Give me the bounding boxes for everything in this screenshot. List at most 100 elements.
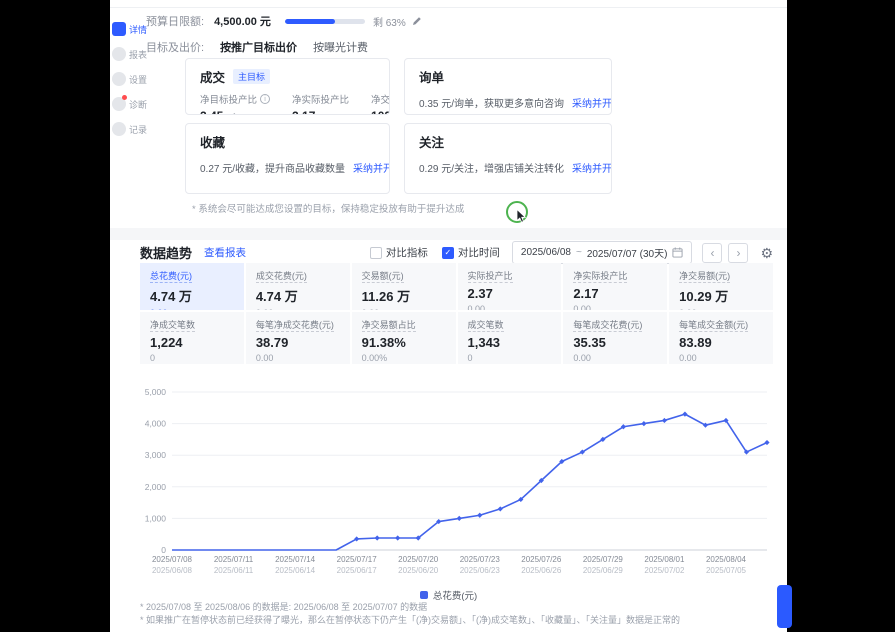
floating-action-button[interactable] <box>777 585 792 628</box>
metric-compare-value: 0.00 <box>256 353 340 363</box>
svg-text:0: 0 <box>161 545 166 555</box>
metric-card-r2-c6[interactable]: 每笔成交金额(元)83.890.00 <box>669 312 773 364</box>
compare-metric-checkbox[interactable]: 对比指标 <box>370 245 428 260</box>
metric-value: 11.26 万 <box>362 286 446 305</box>
anchor-nav-item-5[interactable]: 记录 <box>112 122 148 136</box>
svg-text:2025/06/08: 2025/06/08 <box>152 566 193 575</box>
svg-text:2025/06/14: 2025/06/14 <box>275 566 316 575</box>
checkbox[interactable] <box>370 247 382 259</box>
metric-card-r2-c2[interactable]: 每笔净成交花费(元)38.790.00 <box>246 312 350 364</box>
info-icon[interactable]: i <box>260 94 270 104</box>
svg-text:2025/07/11: 2025/07/11 <box>214 555 254 564</box>
settings-gear-icon[interactable]: ⚙ <box>760 246 773 260</box>
adopt-enable-link[interactable]: 采纳并开启 <box>572 99 612 110</box>
svg-text:3,000: 3,000 <box>145 450 167 460</box>
notification-dot <box>122 95 127 100</box>
trend-line-chart: 01,0002,0003,0004,0005,0002025/07/082025… <box>132 376 777 588</box>
metric-label: 成交笔数 <box>468 318 552 331</box>
trend-header: 数据趋势 查看报表 对比指标 ✓ 对比时间 2025/06/08 ~ 2025/… <box>140 241 773 264</box>
calendar-icon <box>672 247 683 258</box>
metric-card-r1-c1[interactable]: 总花费(元)4.74 万0.00 <box>140 263 244 310</box>
edit-roi-icon[interactable] <box>228 112 237 116</box>
goal-card-inquiry: 询单 0.35 元/询单，获取更多意向咨询采纳并开启 <box>404 58 612 115</box>
metric-label: 净成交笔数 <box>150 318 234 331</box>
goal-cards-note: * 系统会尽可能达成您设置的目标，保持稳定投放有助于提升达成 <box>192 201 464 215</box>
section-divider <box>110 228 787 240</box>
tab-bid-by-goal[interactable]: 按推广目标出价 <box>220 39 297 55</box>
daily-budget-row: 预算日限额: 4,500.00 元 剩 63% <box>146 13 422 29</box>
svg-text:5,000: 5,000 <box>145 387 167 397</box>
card-title: 成交 <box>200 67 225 86</box>
metric-label: 实际投产比 <box>468 269 552 282</box>
anchor-nav-item-3[interactable]: 设置 <box>112 72 148 86</box>
goal-cards-grid: 成交 主目标 净目标投产比i 2.45 净实际投产比 2.17 <box>185 58 612 194</box>
budget-remaining: 剩 63% <box>373 14 406 29</box>
anchor-nav-item-4[interactable]: 诊断 <box>112 97 148 111</box>
top-divider <box>110 7 787 8</box>
campaign-detail-panel: 详情报表设置诊断记录 预算日限额: 4,500.00 元 剩 63% 目标及出价… <box>110 0 787 632</box>
metric-label: 每笔成交金额(元) <box>679 318 763 331</box>
metric-card-r1-c4[interactable]: 实际投产比2.370.00 <box>458 263 562 310</box>
metric-card-r1-c3[interactable]: 交易额(元)11.26 万0.00 <box>352 263 456 310</box>
goal-card-deal: 成交 主目标 净目标投产比i 2.45 净实际投产比 2.17 <box>185 58 390 115</box>
mouse-cursor-icon <box>516 209 527 223</box>
svg-text:2025/07/26: 2025/07/26 <box>521 555 562 564</box>
section-icon <box>112 72 126 86</box>
anchor-nav-item-2[interactable]: 报表 <box>112 47 148 61</box>
adopt-enable-link[interactable]: 采纳并开启 <box>353 164 390 175</box>
metric-card-r2-c3[interactable]: 净交易额占比91.38%0.00% <box>352 312 456 364</box>
chart-footnotes: * 2025/07/08 至 2025/08/06 的数据是: 2025/06/… <box>140 601 680 627</box>
date-start: 2025/06/08 <box>521 247 571 258</box>
metric-card-r1-c2[interactable]: 成交花费(元)4.74 万0.00 <box>246 263 350 310</box>
goal-bidding-row: 目标及出价: 按推广目标出价 按曝光计费 <box>146 39 368 55</box>
section-icon <box>112 22 126 36</box>
svg-text:2025/07/14: 2025/07/14 <box>275 555 316 564</box>
checkbox[interactable]: ✓ <box>442 247 454 259</box>
svg-text:2025/06/23: 2025/06/23 <box>460 566 501 575</box>
metric-card-r2-c5[interactable]: 每笔成交花费(元)35.350.00 <box>563 312 667 364</box>
next-period-button[interactable]: › <box>728 243 748 263</box>
section-label: 详情 <box>129 23 147 36</box>
edit-budget-icon[interactable] <box>412 16 422 26</box>
metric-label: 净实际投产比 <box>573 269 657 282</box>
metric-card-r2-c4[interactable]: 成交笔数1,3430 <box>458 312 562 364</box>
metric-card-r1-c6[interactable]: 净交易额(元)10.29 万0.00 <box>669 263 773 310</box>
checkbox-label: 对比时间 <box>458 245 500 260</box>
card-desc-text: 0.35 元/询单，获取更多意向咨询 <box>419 99 564 110</box>
svg-text:2025/07/08: 2025/07/08 <box>152 555 193 564</box>
metric-label: 净实际投产比 <box>292 92 349 106</box>
prev-period-button[interactable]: ‹ <box>702 243 722 263</box>
svg-text:2025/06/20: 2025/06/20 <box>398 566 439 575</box>
metric-compare-value: 0.00 <box>573 353 657 363</box>
metric-card-r2-c1[interactable]: 净成交笔数 1,224 0 <box>140 312 244 364</box>
metric-compare-value: 0.00 <box>679 353 763 363</box>
metric-label: 净交易额占比 <box>362 318 446 331</box>
section-label: 记录 <box>129 123 147 136</box>
goal-card-favorite: 收藏 0.27 元/收藏，提升商品收藏数量采纳并开启 <box>185 123 390 194</box>
card-title: 询单 <box>419 67 444 86</box>
compare-time-checkbox[interactable]: ✓ 对比时间 <box>442 245 500 260</box>
metric-card-r1-c5[interactable]: 净实际投产比2.170.00 <box>563 263 667 310</box>
view-report-link[interactable]: 查看报表 <box>204 245 246 260</box>
adopt-enable-link[interactable]: 采纳并开启 <box>572 164 612 175</box>
metric-value: 35.35 <box>573 335 657 350</box>
svg-text:2025/07/29: 2025/07/29 <box>583 555 624 564</box>
footnote: * 2025/07/08 至 2025/08/06 的数据是: 2025/06/… <box>140 601 680 614</box>
click-indicator-ring <box>506 201 528 223</box>
svg-text:2025/07/20: 2025/07/20 <box>398 555 439 564</box>
anchor-nav-item-1[interactable]: 详情 <box>112 22 148 36</box>
svg-text:2025/06/17: 2025/06/17 <box>337 566 378 575</box>
tab-bid-by-exposure[interactable]: 按曝光计费 <box>313 39 368 55</box>
svg-text:2025/08/04: 2025/08/04 <box>706 555 747 564</box>
section-title: 数据趋势 <box>140 243 192 262</box>
svg-text:2025/07/17: 2025/07/17 <box>337 555 378 564</box>
svg-text:2025/06/26: 2025/06/26 <box>521 566 562 575</box>
date-range-picker[interactable]: 2025/06/08 ~ 2025/07/07 (30天) <box>512 241 693 264</box>
card-desc-text: 0.29 元/关注，增强店铺关注转化 <box>419 164 564 175</box>
metric-value: 1,224 <box>150 335 234 350</box>
card-title: 关注 <box>419 132 444 151</box>
metric-label: 净交易额(元) <box>371 92 390 106</box>
card-title: 收藏 <box>200 132 225 151</box>
goal-bidding-label: 目标及出价: <box>146 39 204 55</box>
metric-compare-value: 0 <box>150 353 234 363</box>
